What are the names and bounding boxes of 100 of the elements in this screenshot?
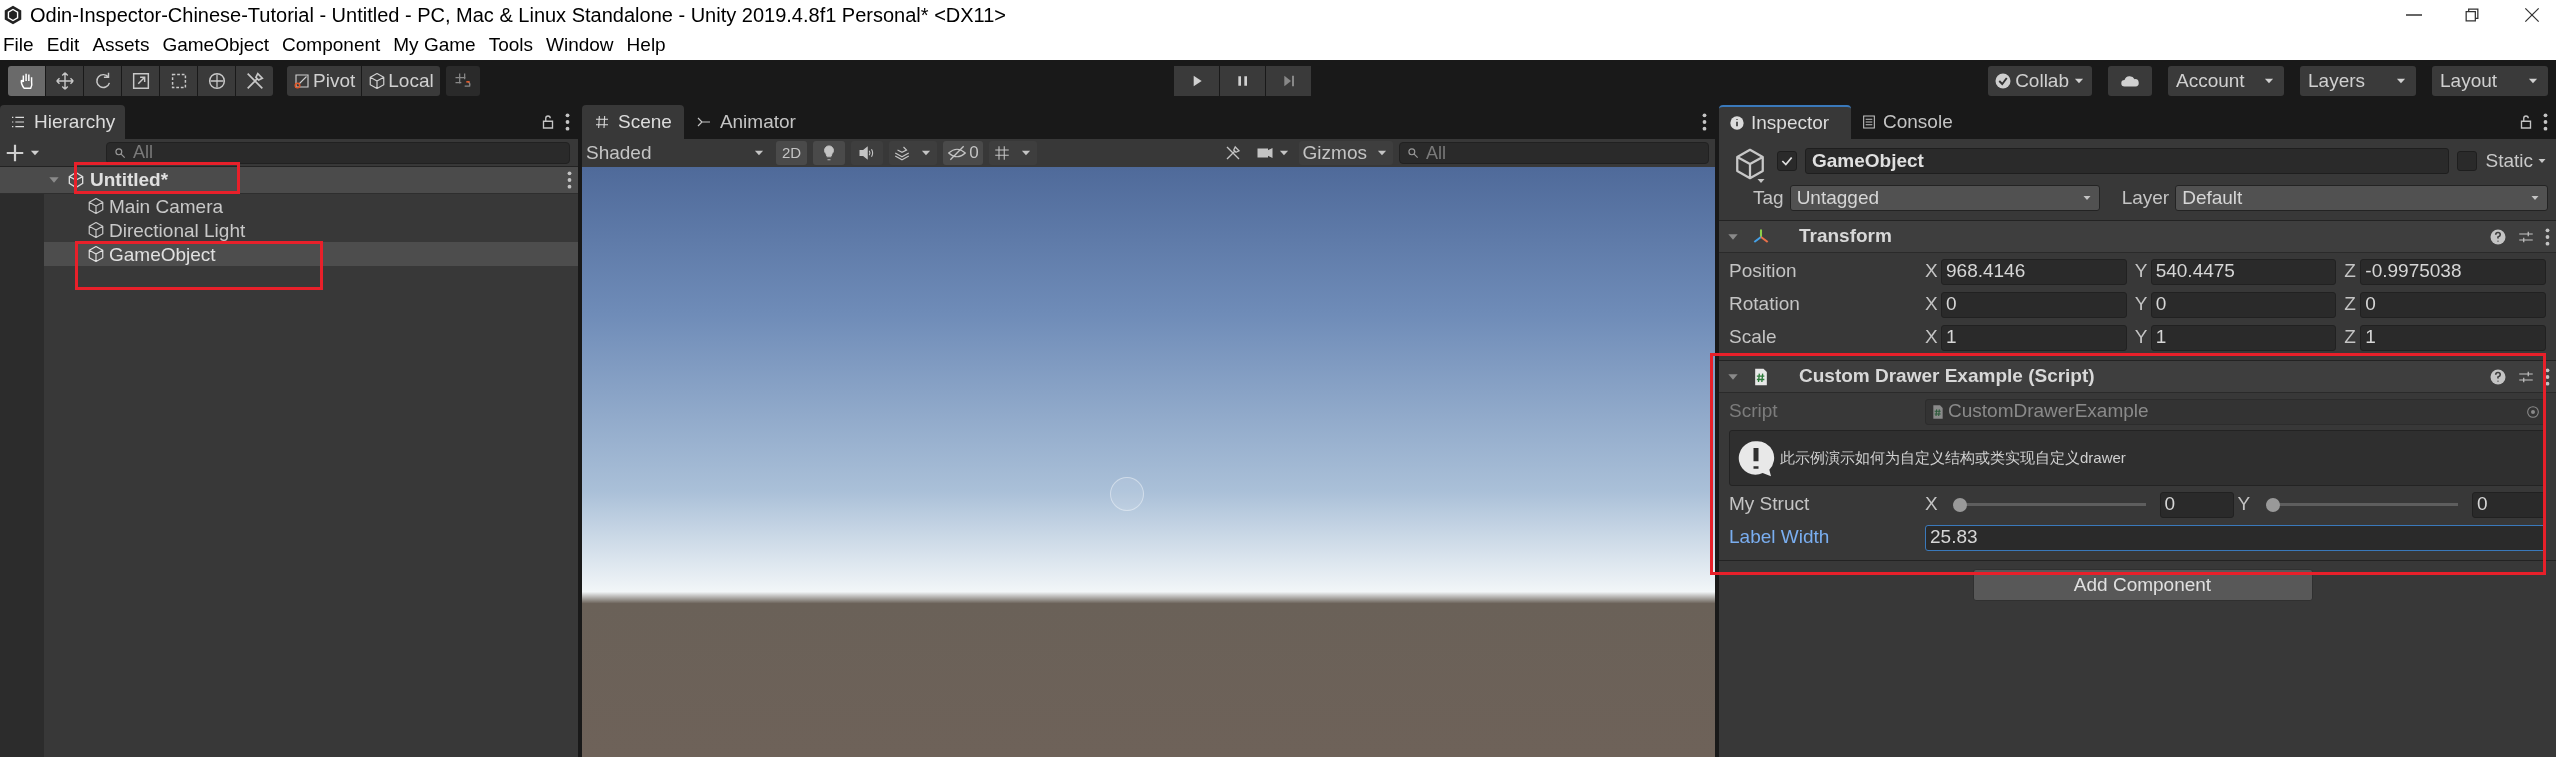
hidden-objects-toggle[interactable]: 0 — [943, 141, 983, 165]
hierarchy-tab[interactable]: Hierarchy — [0, 105, 126, 139]
number-field[interactable]: -0.9975038 — [2360, 258, 2546, 285]
play-button[interactable] — [1174, 66, 1219, 96]
menu-item[interactable]: Tools — [488, 30, 533, 60]
number-field[interactable]: 0 — [1941, 291, 2127, 318]
static-checkbox[interactable] — [2457, 151, 2478, 172]
cube-icon — [368, 72, 387, 90]
slider-track[interactable] — [1953, 497, 2146, 512]
axis-label: Z — [2344, 292, 2357, 317]
axis-label: X — [1925, 292, 1937, 317]
custom-tool-button[interactable] — [236, 66, 273, 96]
component-header[interactable]: Transform — [1719, 221, 2556, 253]
scale-tool-button[interactable] — [122, 66, 159, 96]
more-options-icon — [567, 171, 572, 189]
menu-item[interactable]: Component — [282, 30, 381, 60]
hierarchy-item[interactable]: GameObject — [44, 242, 578, 266]
number-field[interactable]: 0 — [2150, 291, 2337, 318]
number-field[interactable]: 0 — [2159, 491, 2234, 518]
move-tool-button[interactable] — [46, 66, 83, 96]
gizmos-dropdown[interactable]: Gizmos — [1298, 141, 1393, 165]
scene-row[interactable]: Untitled* — [0, 167, 578, 194]
eye-slash-icon — [947, 143, 968, 163]
menu-item[interactable]: My Game — [393, 30, 476, 60]
number-field[interactable]: 0 — [2360, 291, 2546, 318]
add-component-button[interactable]: Add Component — [1972, 569, 2313, 601]
slider-thumb[interactable] — [2265, 497, 2280, 512]
view-2d-button[interactable]: 2D — [776, 141, 808, 165]
layers-dropdown[interactable]: Layers — [2300, 66, 2416, 96]
field-label: My Struct — [1729, 492, 1811, 517]
hierarchy-item[interactable]: Main Camera — [44, 194, 578, 218]
minimize-icon — [2406, 13, 2422, 17]
grid-snap-button[interactable] — [445, 66, 480, 96]
panel-tab[interactable]: Animator — [683, 105, 808, 139]
axis-label: Y — [2134, 325, 2147, 350]
slider-track[interactable] — [2265, 497, 2458, 512]
active-checkbox[interactable] — [1777, 151, 1797, 172]
panel-tab[interactable]: Scene — [582, 105, 684, 139]
console-icon — [1861, 114, 1877, 130]
axis-label: Z — [2344, 325, 2357, 350]
effects-dropdown[interactable] — [889, 141, 938, 165]
number-field[interactable]: 0 — [2472, 491, 2546, 518]
info-message: 此示例演示如何为自定义结构或类实现自定义drawer — [1780, 447, 2126, 468]
hash-icon — [594, 114, 610, 130]
hierarchy-item[interactable]: Directional Light — [44, 218, 578, 242]
lighting-button[interactable] — [813, 141, 846, 165]
field-label: Label Width — [1729, 525, 1831, 550]
rect-tool-button[interactable] — [160, 66, 197, 96]
number-field[interactable]: 1 — [1941, 324, 2127, 351]
cube-icon — [87, 197, 105, 215]
close-icon — [2522, 5, 2542, 25]
account-dropdown[interactable]: Account — [2168, 66, 2284, 96]
shading-dropdown[interactable]: Shaded — [582, 139, 770, 167]
grid-dropdown[interactable] — [988, 141, 1037, 165]
step-button[interactable] — [1266, 66, 1311, 96]
menu-item[interactable]: Window — [546, 30, 614, 60]
menu-item[interactable]: GameObject — [162, 30, 270, 60]
audio-button[interactable] — [851, 141, 884, 165]
static-dropdown[interactable]: Static — [2485, 147, 2548, 176]
more-options-icon — [565, 113, 570, 131]
layer-dropdown[interactable]: Default — [2175, 184, 2548, 211]
axis-label: Y — [2134, 259, 2147, 284]
cube-icon — [87, 221, 105, 239]
axis-label: Z — [2344, 259, 2357, 284]
tag-label: Tag — [1753, 185, 1784, 210]
number-field[interactable]: 1 — [2360, 324, 2546, 351]
menu-item[interactable]: Help — [626, 30, 666, 60]
name-field[interactable]: GameObject — [1805, 148, 2450, 175]
number-field[interactable]: 968.4146 — [1941, 258, 2127, 285]
menu-item[interactable]: File — [3, 30, 34, 60]
cloud-button[interactable] — [2108, 66, 2152, 96]
collab-dropdown[interactable]: Collab — [1988, 66, 2092, 96]
search-icon — [1406, 146, 1420, 160]
axis-label: X — [1925, 259, 1937, 284]
menu-item[interactable]: Assets — [92, 30, 150, 60]
cube-icon — [1733, 147, 1767, 181]
rotate-tool-button[interactable] — [84, 66, 121, 96]
transform-tool-button[interactable] — [198, 66, 235, 96]
local-button[interactable]: Local — [362, 66, 440, 96]
layout-dropdown[interactable]: Layout — [2432, 66, 2548, 96]
script-file-icon — [1930, 403, 1946, 420]
number-field[interactable]: 25.83 — [1925, 524, 2546, 551]
axis-label: X — [1925, 492, 1939, 517]
menu-item[interactable]: Edit — [46, 30, 80, 60]
tag-dropdown[interactable]: Untagged — [1789, 184, 2100, 211]
more-options-icon — [1702, 113, 1707, 131]
pivot-button[interactable]: Pivot — [287, 66, 362, 96]
more-options-icon — [2545, 367, 2550, 386]
panel-tab[interactable]: Inspector — [1719, 105, 1851, 139]
info-icon — [1729, 115, 1745, 131]
slider-thumb[interactable] — [1953, 497, 1967, 512]
number-field[interactable]: 1 — [2150, 324, 2337, 351]
pause-button[interactable] — [1220, 66, 1265, 96]
hand-tool-button[interactable] — [8, 66, 45, 96]
panel-tab[interactable]: Console — [1851, 105, 1963, 139]
number-field[interactable]: 540.4475 — [2150, 258, 2337, 285]
field-label: Rotation — [1729, 292, 1801, 317]
component-header[interactable]: Custom Drawer Example (Script) — [1719, 361, 2556, 393]
field-label: Position — [1729, 259, 1798, 284]
help-icon — [2489, 367, 2507, 386]
